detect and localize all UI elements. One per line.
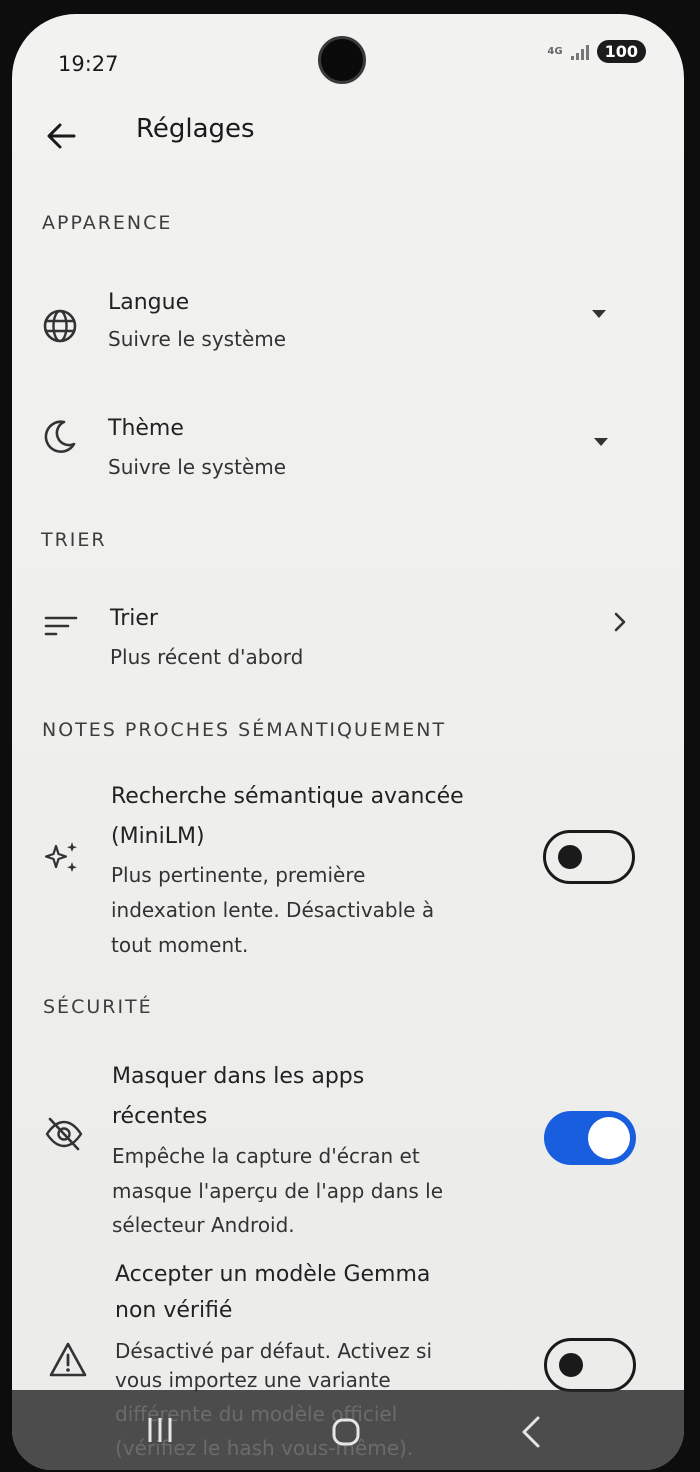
setting-semantic-search[interactable]: Recherche sémantique avancée (MiniLM) Pl… — [12, 766, 684, 966]
hide-recent-title-line2: récentes — [112, 1104, 208, 1129]
hide-recent-toggle[interactable] — [544, 1111, 636, 1165]
semantic-title-line1: Recherche sémantique avancée — [111, 784, 464, 809]
toggle-knob — [559, 1353, 583, 1377]
gemma-title-line1: Accepter un modèle Gemma — [115, 1262, 431, 1287]
toggle-knob — [558, 845, 582, 869]
battery-badge: 100 — [596, 40, 646, 63]
status-time: 19:27 — [58, 52, 119, 76]
semantic-search-toggle[interactable] — [543, 830, 635, 884]
gemma-title-line2: non vérifié — [115, 1298, 233, 1323]
setting-sort[interactable]: Trier Plus récent d'abord — [12, 584, 684, 684]
screen: 19:27 4G 100 Réglages APPARENCE Langue S… — [12, 14, 684, 1470]
setting-theme[interactable]: Thème Suivre le système — [12, 390, 684, 490]
dropdown-arrow-icon — [594, 438, 608, 446]
hide-recent-desc-line1: Empêche la capture d'écran et — [112, 1144, 420, 1168]
semantic-desc-line1: Plus pertinente, première — [111, 863, 366, 887]
front-camera — [318, 36, 366, 84]
setting-language[interactable]: Langue Suivre le système — [12, 264, 684, 364]
section-sort: TRIER — [41, 529, 107, 551]
sort-lines-icon — [44, 616, 78, 636]
hide-recent-desc-line2: masque l'aperçu de l'app dans le — [112, 1179, 443, 1203]
sort-value: Plus récent d'abord — [110, 645, 304, 669]
unverified-gemma-toggle[interactable] — [544, 1338, 636, 1392]
gemma-desc-line1: Désactivé par défaut. Activez si — [115, 1339, 433, 1363]
moon-icon — [44, 420, 76, 453]
chevron-right-icon — [614, 612, 626, 632]
globe-icon — [43, 309, 77, 343]
home-icon — [332, 1418, 360, 1446]
dropdown-arrow-icon — [592, 310, 606, 318]
theme-value: Suivre le système — [108, 455, 287, 479]
hide-recent-desc-line3: sélecteur Android. — [112, 1213, 295, 1237]
toggle-knob — [588, 1117, 630, 1159]
recent-apps-icon — [148, 1418, 172, 1442]
arrow-left-icon — [47, 123, 76, 149]
semantic-desc-line3: tout moment. — [111, 933, 249, 957]
device-frame: 19:27 4G 100 Réglages APPARENCE Langue S… — [0, 0, 700, 1472]
network-type: 4G — [547, 45, 563, 57]
back-chevron-icon — [522, 1416, 540, 1448]
language-value: Suivre le système — [108, 327, 287, 351]
status-icons: 4G 100 — [547, 40, 646, 63]
section-semantic: NOTES PROCHES SÉMANTIQUEMENT — [42, 719, 447, 741]
hide-recent-title-line1: Masquer dans les apps — [112, 1064, 365, 1089]
section-appearance: APPARENCE — [42, 212, 173, 234]
eye-off-icon — [45, 1117, 83, 1151]
section-security: SÉCURITÉ — [43, 996, 153, 1018]
gemma-desc-line2: vous importez une variante — [115, 1368, 391, 1392]
page-title: Réglages — [136, 114, 255, 144]
recent-apps-button[interactable] — [140, 1412, 180, 1448]
semantic-desc-line2: indexation lente. Désactivable à — [111, 898, 435, 922]
theme-title: Thème — [108, 416, 184, 441]
semantic-title-line2: (MiniLM) — [111, 824, 205, 849]
sort-title: Trier — [110, 606, 158, 631]
back-button[interactable] — [42, 116, 82, 156]
home-button[interactable] — [326, 1412, 366, 1452]
nav-back-button[interactable] — [512, 1414, 552, 1450]
setting-hide-recent-apps[interactable]: Masquer dans les apps récentes Empêche l… — [12, 1044, 684, 1244]
sparkles-icon — [44, 842, 77, 872]
signal-icon — [570, 44, 589, 60]
language-title: Langue — [108, 290, 190, 315]
warning-icon — [49, 1342, 87, 1377]
